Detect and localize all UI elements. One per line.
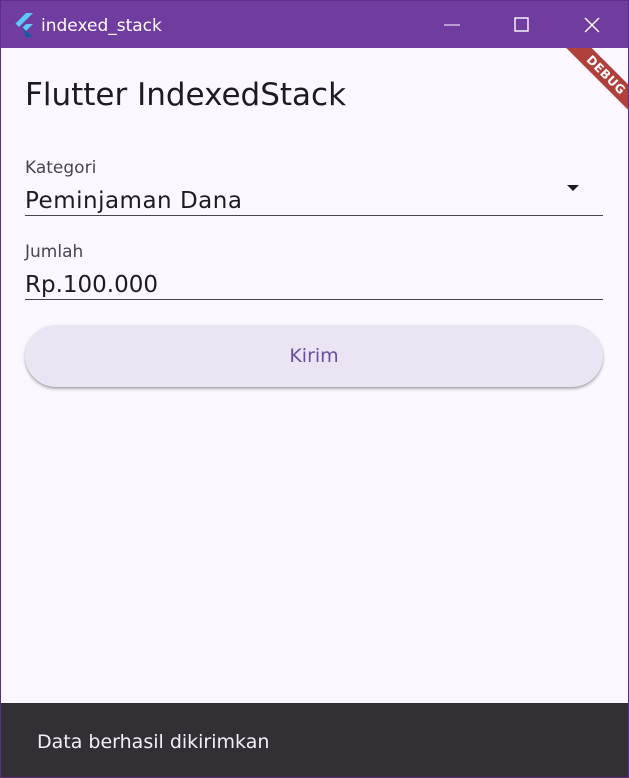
dropdown-arrow-icon[interactable] [566, 184, 580, 192]
maximize-button[interactable] [487, 1, 557, 48]
jumlah-input[interactable]: Rp.100.000 [25, 271, 158, 299]
flutter-logo-icon [14, 13, 34, 37]
kirim-button[interactable]: Kirim [25, 325, 603, 387]
kategori-label: Kategori [25, 158, 97, 178]
minimize-button[interactable] [417, 1, 487, 48]
app-window: indexed_stack Flutter IndexedStack Kateg… [0, 0, 629, 778]
jumlah-underline [25, 299, 603, 300]
kategori-underline [25, 215, 603, 216]
jumlah-label: Jumlah [25, 242, 84, 262]
close-icon [584, 17, 600, 33]
window-title: indexed_stack [41, 16, 162, 36]
page-title: Flutter IndexedStack [25, 77, 347, 113]
title-bar: indexed_stack [1, 1, 628, 48]
snackbar: Data berhasil dikirimkan [1, 703, 628, 777]
debug-banner-label: DEBUG [557, 48, 628, 124]
minimize-icon [444, 24, 460, 26]
close-button[interactable] [557, 1, 627, 48]
maximize-icon [514, 17, 529, 32]
kategori-dropdown[interactable]: Peminjaman Dana [25, 187, 242, 215]
page-content: Flutter IndexedStack Kategori Peminjaman… [1, 48, 628, 703]
debug-banner: DEBUG [536, 48, 628, 140]
snackbar-message: Data berhasil dikirimkan [37, 731, 270, 753]
